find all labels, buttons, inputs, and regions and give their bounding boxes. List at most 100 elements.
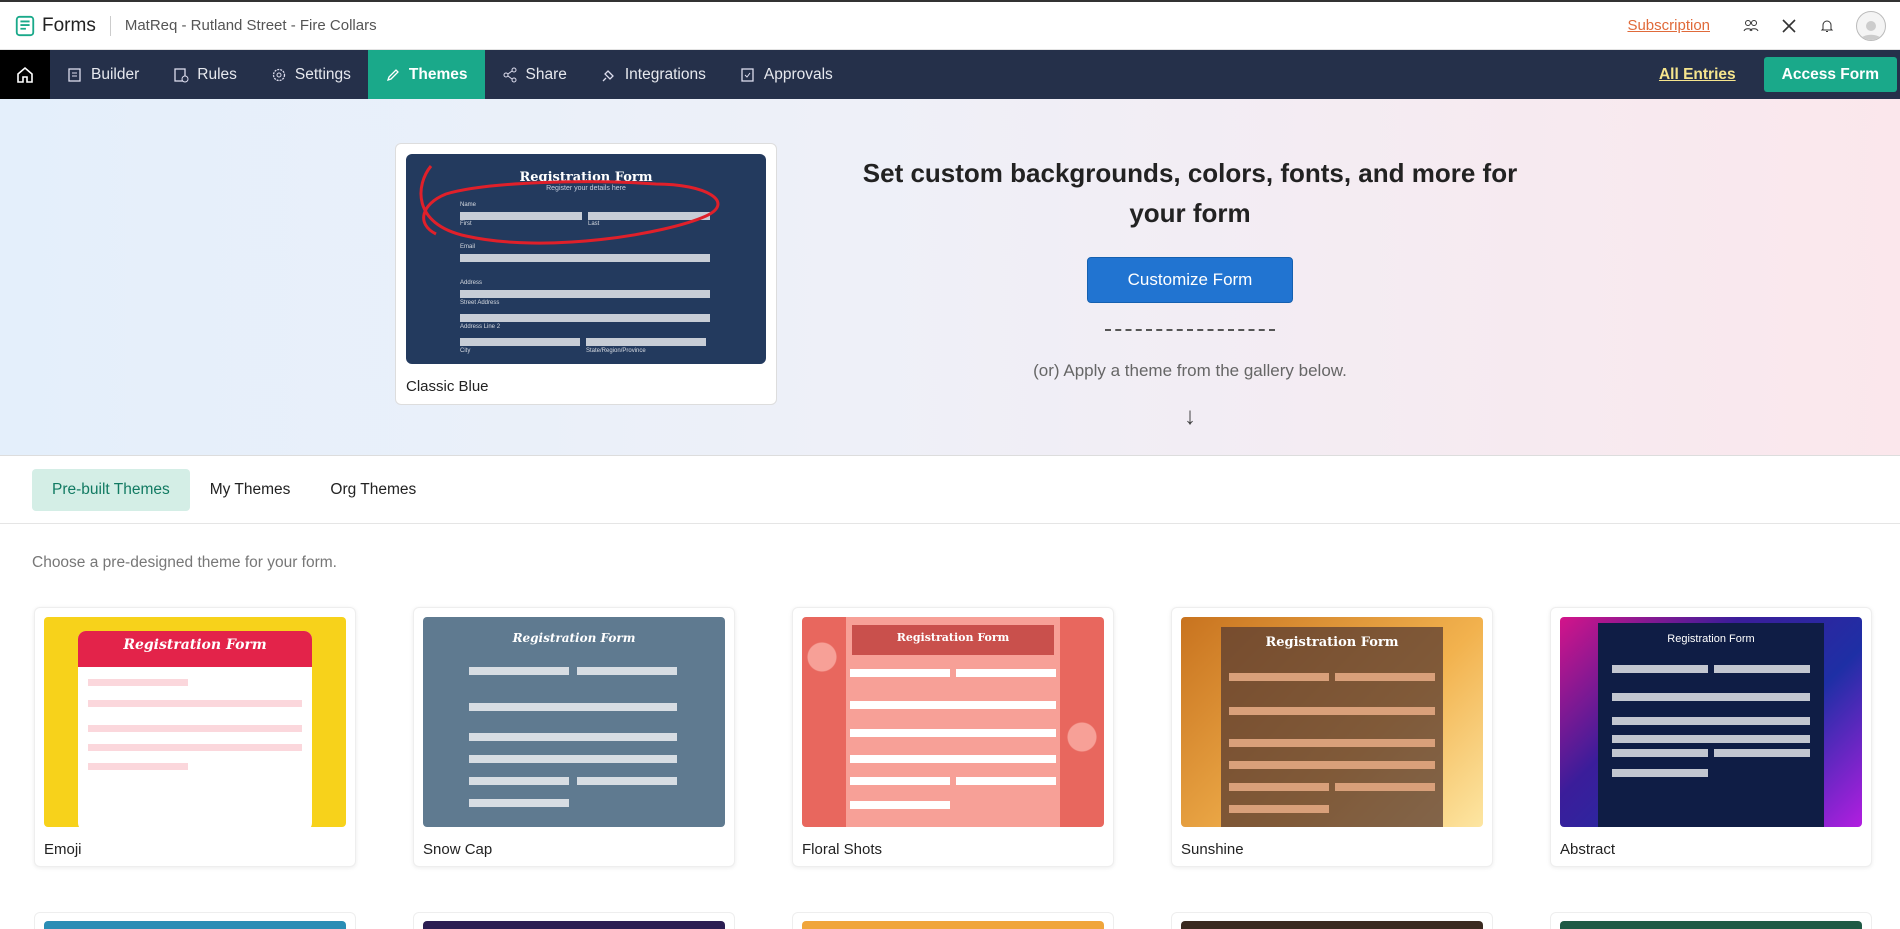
nav-label: Approvals	[763, 65, 833, 83]
theme-panel: Registration Form	[1598, 623, 1824, 827]
nav-approvals[interactable]: Approvals	[723, 50, 850, 99]
theme-thumbnail: Registration Form	[1560, 617, 1862, 827]
preview-field	[1612, 665, 1708, 673]
home-button[interactable]	[0, 50, 50, 99]
nav-builder[interactable]: Builder	[50, 50, 156, 99]
preview-field	[1612, 769, 1708, 777]
preview-field	[469, 799, 569, 807]
form-title: MatReq - Rutland Street - Fire Collars	[124, 17, 377, 34]
hero-section: Registration Form Register your details …	[0, 99, 1900, 456]
theme-card-abstract[interactable]: Registration Form Abstract	[1550, 607, 1872, 867]
preview-field	[1229, 707, 1435, 715]
preview-field	[1714, 665, 1810, 673]
theme-thumbnail: Registration Form	[1181, 617, 1483, 827]
preview-field	[88, 763, 188, 770]
theme-panel-header: Registration Form	[852, 625, 1054, 655]
preview-field	[1335, 673, 1435, 681]
theme-panel: Registration Form	[1221, 627, 1443, 827]
preview-field	[577, 667, 677, 675]
main-nav: Builder Rules Settings Themes Share Inte…	[0, 50, 1900, 99]
theme-gallery-row-2	[0, 867, 1900, 929]
theme-card[interactable]	[413, 912, 735, 929]
theme-name: Floral Shots	[802, 841, 883, 858]
preview-field	[850, 755, 1056, 763]
nav-label: Builder	[91, 65, 140, 83]
nav-themes[interactable]: Themes	[367, 50, 485, 99]
nav-rules[interactable]: Rules	[156, 50, 254, 99]
theme-preview-title: Registration Form	[1667, 633, 1755, 645]
plug-icon	[602, 69, 614, 81]
theme-thumbnail: Registration Form	[423, 617, 725, 827]
nav-integrations[interactable]: Integrations	[584, 50, 723, 99]
preview-field	[1612, 717, 1810, 725]
theme-preview-title: Registration Form	[896, 631, 1010, 644]
bell-icon[interactable]	[1816, 15, 1838, 37]
preview-field	[850, 777, 950, 785]
nav-label: Themes	[408, 65, 468, 83]
preview-field	[1229, 805, 1329, 813]
theme-card-snow-cap[interactable]: Registration Form Snow Cap	[413, 607, 735, 867]
preview-field	[469, 777, 569, 785]
preview-field	[1229, 673, 1329, 681]
nav-settings[interactable]: Settings	[254, 50, 368, 99]
nav-share[interactable]: Share	[485, 50, 584, 99]
theme-thumbnail: Registration Form	[44, 617, 346, 827]
gallery-hint: (or) Apply a theme from the gallery belo…	[1033, 361, 1347, 380]
theme-tabs: Pre-built Themes My Themes Org Themes	[0, 456, 1900, 524]
tab-prebuilt-themes[interactable]: Pre-built Themes	[32, 468, 190, 511]
forms-logo-icon	[15, 15, 35, 36]
gear-icon	[272, 68, 286, 81]
current-theme-card[interactable]: Registration Form Register your details …	[395, 143, 777, 405]
preview-field	[1714, 749, 1810, 757]
preview-field	[469, 703, 677, 711]
preview-field	[1612, 749, 1708, 757]
preview-field	[850, 729, 1056, 737]
rules-icon	[174, 67, 189, 82]
preview-field	[1612, 735, 1810, 743]
preview-field	[469, 733, 677, 741]
hero-text: Set custom backgrounds, colors, fonts, a…	[855, 153, 1525, 431]
theme-card-floral-shots[interactable]: Registration Form Floral Shots	[792, 607, 1114, 867]
theme-name: Snow Cap	[423, 841, 493, 858]
preview-field	[88, 744, 302, 751]
tab-my-themes[interactable]: My Themes	[190, 469, 311, 511]
theme-thumbnail	[423, 921, 725, 929]
dashed-divider	[1105, 329, 1275, 331]
preview-field	[956, 777, 1056, 785]
app-logo[interactable]: Forms	[14, 15, 96, 37]
preview-field	[1335, 783, 1435, 791]
tab-org-themes[interactable]: Org Themes	[310, 469, 436, 511]
preview-field	[469, 755, 677, 763]
theme-card-emoji[interactable]: Registration Form Emoji	[34, 607, 356, 867]
avatar[interactable]	[1856, 10, 1886, 41]
preview-field	[1229, 783, 1329, 791]
preview-field	[850, 801, 950, 809]
tools-icon[interactable]	[1778, 15, 1800, 37]
users-icon[interactable]	[1740, 15, 1762, 37]
theme-thumbnail	[1560, 921, 1862, 929]
access-form-button[interactable]: Access Form	[1763, 57, 1897, 92]
preview-field	[88, 679, 188, 686]
preview-field	[956, 669, 1056, 677]
theme-card-sunshine[interactable]: Registration Form Sunshine	[1171, 607, 1493, 867]
preview-field	[850, 669, 950, 677]
current-theme-preview: Registration Form Register your details …	[406, 154, 766, 364]
theme-preview-title: Registration Form	[512, 631, 636, 645]
customize-form-button[interactable]: Customize Form	[1086, 257, 1294, 303]
theme-card[interactable]	[1550, 912, 1872, 929]
theme-thumbnail	[802, 921, 1104, 929]
subscription-link[interactable]: Subscription	[1627, 17, 1710, 34]
home-icon	[17, 66, 33, 83]
red-annotation-scribble	[419, 165, 720, 245]
theme-panel: Registration Form	[846, 617, 1060, 827]
all-entries-link[interactable]: All Entries	[1659, 50, 1736, 99]
theme-preview-header: Registration Form	[474, 631, 674, 645]
theme-panel: Registration Form	[78, 631, 312, 827]
theme-preview-title: Registration Form	[123, 637, 267, 653]
theme-card[interactable]	[1171, 912, 1493, 929]
theme-card[interactable]	[792, 912, 1114, 929]
gallery-description: Choose a pre-designed theme for your for…	[32, 554, 337, 571]
preview-field	[1229, 739, 1435, 747]
preview-field	[88, 725, 302, 732]
theme-card[interactable]	[34, 912, 356, 929]
